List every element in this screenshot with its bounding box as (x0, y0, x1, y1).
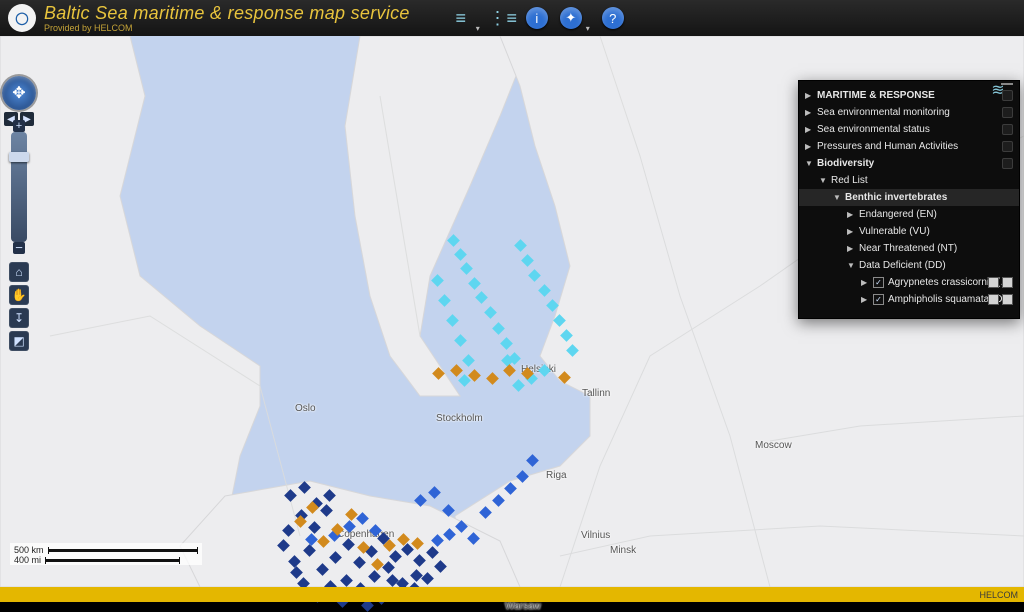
info-button[interactable]: i (526, 7, 548, 29)
layer-agrypnetes[interactable]: ▶✓ Agrypnetes crassicornis (DD) (799, 274, 1019, 291)
layer-symbol-icon[interactable] (988, 277, 999, 288)
checkbox-icon[interactable]: ✓ (873, 294, 884, 305)
zoom-thumb[interactable] (9, 152, 29, 162)
checkbox-icon[interactable]: ✓ (873, 277, 884, 288)
group-pressures[interactable]: ▶Pressures and Human Activities (799, 138, 1019, 155)
map-canvas[interactable]: OsloStockholmHelsinkiTallinnRigaVilniusM… (0, 36, 1024, 587)
scale-mi-label: 400 mi (14, 555, 41, 565)
group-monitoring[interactable]: ▶Sea environmental monitoring (799, 104, 1019, 121)
footer-credit: HELCOM (979, 590, 1018, 600)
group-near-threatened[interactable]: ▶Near Threatened (NT) (799, 240, 1019, 257)
layer-panel: ≋ ▶MARITIME & RESPONSE ▶Sea environmenta… (798, 80, 1020, 319)
group-endangered[interactable]: ▶Endangered (EN) (799, 206, 1019, 223)
footer-bar: HELCOM (0, 587, 1024, 602)
app-subtitle: Provided by HELCOM (44, 23, 410, 33)
layer-info-icon[interactable] (1002, 277, 1013, 288)
measure-tool-button[interactable]: ↧ (9, 308, 29, 328)
layers-icon[interactable]: ≡ (450, 7, 472, 29)
header-toolbar: ≡▾ ⋮≡ i ✦▾ ? (450, 7, 624, 29)
chevron-down-icon: ▾ (586, 24, 590, 33)
home-extent-button[interactable]: ⌂ (9, 262, 29, 282)
zoom-slider[interactable] (11, 132, 27, 242)
city-label-warsaw: Warsaw (505, 601, 541, 612)
pan-tool-button[interactable]: ✋ (9, 285, 29, 305)
settings-button[interactable]: ✦ (560, 7, 582, 29)
scale-km-label: 500 km (14, 545, 44, 555)
group-status[interactable]: ▶Sea environmental status (799, 121, 1019, 138)
help-button[interactable]: ? (602, 7, 624, 29)
layer-symbol-icon[interactable] (988, 294, 999, 305)
layer-info-icon[interactable] (1002, 294, 1013, 305)
app-title: Baltic Sea maritime & response map servi… (44, 3, 410, 24)
group-biodiversity[interactable]: ▼Biodiversity (799, 155, 1019, 172)
select-tool-button[interactable]: ◩ (9, 331, 29, 351)
group-benthic-invertebrates[interactable]: ▼Benthic invertebrates (799, 189, 1019, 206)
nav-tools: ✥ ◀ ▶ ⌂ ✋ ↧ ◩ (2, 76, 36, 351)
scale-bar: 500 km 400 mi (10, 543, 202, 565)
logo-icon: ◯ (8, 4, 36, 32)
group-maritime[interactable]: ▶MARITIME & RESPONSE (799, 87, 1019, 104)
compass-icon[interactable]: ✥ (2, 76, 36, 110)
group-data-deficient[interactable]: ▼Data Deficient (DD) (799, 257, 1019, 274)
title-block: Baltic Sea maritime & response map servi… (44, 3, 410, 33)
legend-icon[interactable]: ⋮≡ (492, 7, 514, 29)
app-header: ◯ Baltic Sea maritime & response map ser… (0, 0, 1024, 36)
group-vulnerable[interactable]: ▶Vulnerable (VU) (799, 223, 1019, 240)
layer-amphipholis[interactable]: ▶✓ Amphipholis squamata (DD) (799, 291, 1019, 308)
group-redlist[interactable]: ▼Red List (799, 172, 1019, 189)
panel-minimize-button[interactable] (1001, 83, 1013, 85)
chevron-down-icon: ▾ (476, 24, 480, 33)
